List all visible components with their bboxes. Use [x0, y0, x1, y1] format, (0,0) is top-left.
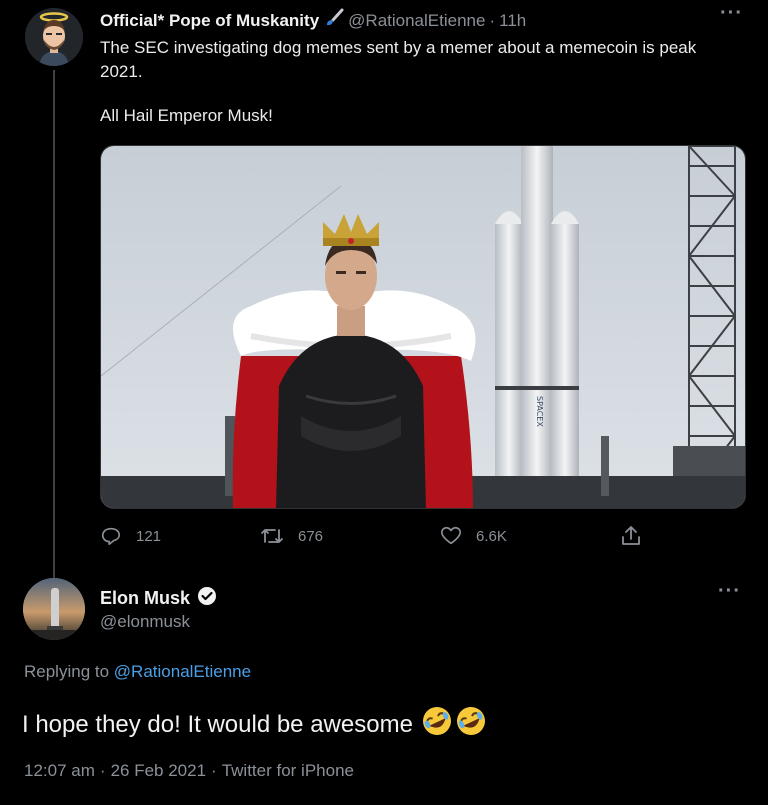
tweet1-timestamp[interactable]: 11h — [499, 11, 526, 31]
meta-separator: · — [211, 761, 217, 780]
tweet1-text-line2: All Hail Emperor Musk! — [100, 106, 273, 125]
tweet1-more-options-icon[interactable]: ··· — [720, 2, 743, 25]
reply-action[interactable]: 121 — [100, 524, 161, 548]
reply-icon — [101, 527, 121, 546]
heart-icon — [441, 526, 461, 545]
like-action[interactable]: 6.6K — [440, 524, 507, 548]
reply-count: 121 — [136, 527, 162, 545]
rofl-emoji-icon — [455, 705, 487, 744]
tweet2-source[interactable]: Twitter for iPhone — [222, 761, 354, 780]
retweet-count: 676 — [298, 527, 324, 545]
tweet1-media-image[interactable]: SPACEX — [100, 145, 746, 509]
tweet1-author-name[interactable]: Official* Pope of Muskanity — [100, 11, 319, 31]
tweet1-header: Official* Pope of Muskanity @RationalEti… — [100, 8, 526, 33]
tweet2-date[interactable]: 26 Feb 2021 — [111, 761, 206, 780]
share-icon — [622, 526, 640, 545]
replying-to-line: Replying to @RationalEtienne — [24, 662, 251, 682]
like-count: 6.6K — [476, 527, 507, 545]
replying-to-link[interactable]: @RationalEtienne — [114, 662, 251, 681]
tweet2-time[interactable]: 12:07 am — [24, 761, 95, 780]
avatar-pope-of-muskanity[interactable] — [25, 8, 83, 66]
tweet2-text: I hope they do! It would be awesome — [22, 710, 413, 738]
verified-badge-icon — [197, 586, 217, 611]
tweet2-author-handle[interactable]: @elonmusk — [100, 612, 190, 632]
paintbrush-icon — [324, 8, 344, 33]
header-separator: · — [489, 10, 496, 30]
tweet2-author-name[interactable]: Elon Musk — [100, 588, 190, 609]
tweet2-author-name-row: Elon Musk — [100, 586, 217, 611]
avatar-elon-musk[interactable] — [23, 578, 85, 640]
replying-prefix: Replying to — [24, 662, 110, 681]
retweet-action[interactable]: 676 — [260, 524, 323, 548]
tweet2-more-options-icon[interactable]: ··· — [718, 580, 741, 603]
tweet2-text-row: I hope they do! It would be awesome — [22, 705, 487, 744]
meta-separator: · — [99, 761, 106, 780]
spacex-rocket-label: SPACEX — [535, 396, 544, 427]
thread-connector-line — [53, 70, 55, 580]
share-action[interactable] — [620, 524, 656, 548]
tweet1-text: The SEC investigating dog memes sent by … — [100, 38, 697, 81]
tweet2-meta: 12:07 am · 26 Feb 2021 · Twitter for iPhone — [24, 761, 354, 781]
tweet1-author-handle[interactable]: @RationalEtienne — [348, 11, 485, 31]
retweet-icon — [261, 529, 283, 543]
rofl-emoji-icon — [421, 705, 453, 744]
